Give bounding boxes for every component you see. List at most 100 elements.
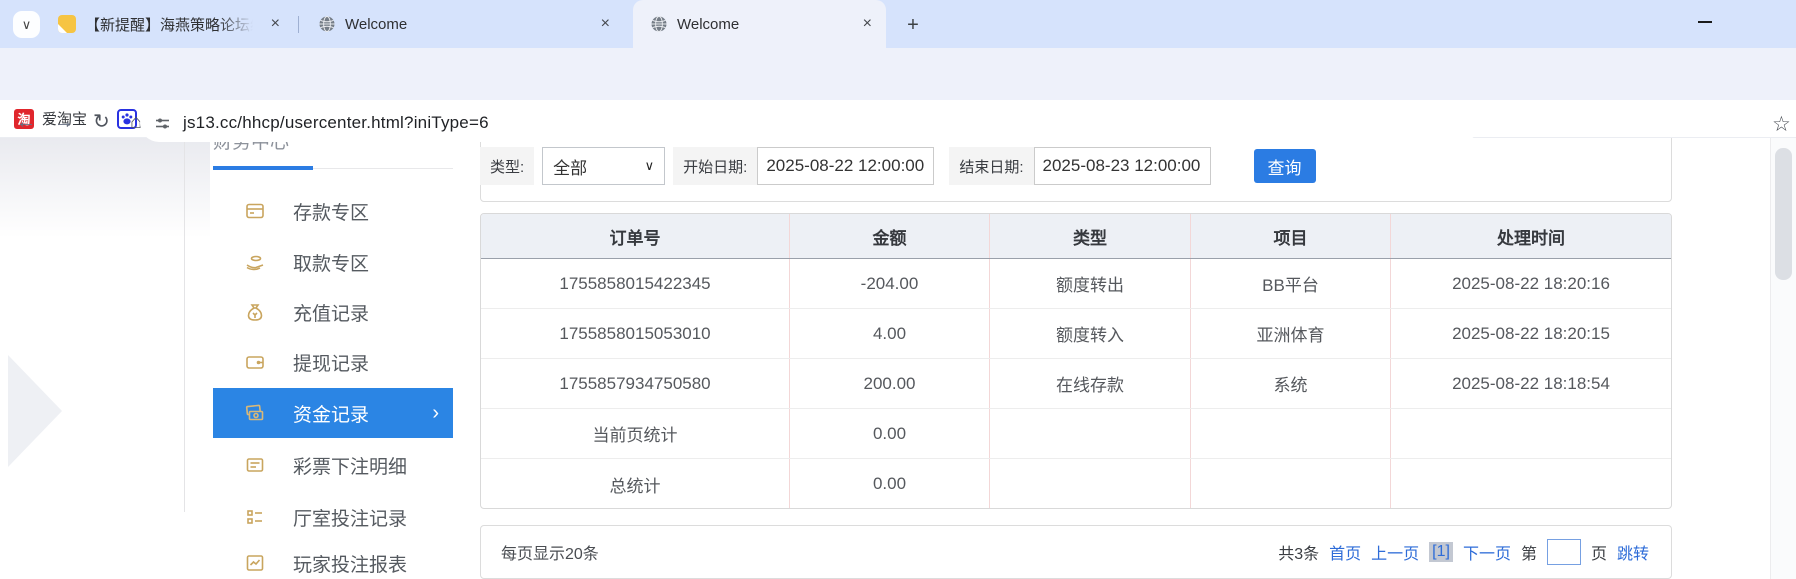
table-row-total-summary: 总统计 0.00 [481,459,1671,509]
first-page-link[interactable]: 首页 [1329,540,1361,564]
page-size-text: 每页显示20条 [501,540,599,564]
col-header-type: 类型 [990,214,1191,258]
tab-title: Welcome [677,16,739,33]
sidebar-item-label: 提现记录 [293,349,369,376]
sidebar-item-label: 厅室投注记录 [293,504,407,531]
tab-title: Welcome [345,16,575,33]
reload-icon[interactable]: ↻ [93,109,110,135]
table-row: 1755857934750580 200.00 在线存款 系统 2025-08-… [481,359,1671,409]
globe-icon [650,15,668,33]
type-select[interactable]: 全部 ∨ [542,147,665,185]
cell-type [990,409,1191,458]
end-date-input[interactable] [1034,147,1211,185]
bookmark-star-icon[interactable]: ☆ [1772,112,1791,137]
sidebar-item-label: 资金记录 [293,400,369,427]
cell-time [1391,459,1671,509]
jump-suffix-text: 页 [1591,540,1607,564]
prev-page-link[interactable]: 上一页 [1371,540,1419,564]
end-date-label: 结束日期: [949,147,1033,185]
cell-amount: 4.00 [790,309,990,358]
next-page-link[interactable]: 下一页 [1463,540,1511,564]
cell-amount: 200.00 [790,359,990,408]
funds-records-table: 订单号 金额 类型 项目 处理时间 1755858015422345 -204.… [480,213,1672,509]
cell-type: 额度转出 [990,259,1191,308]
table-row: 1755858015053010 4.00 额度转入 亚洲体育 2025-08-… [481,309,1671,359]
tab-separator [298,16,299,33]
pagination-controls: 共3条 首页 上一页 [1] 下一页 第 页 跳转 [1268,539,1649,565]
background-triangle-watermark [8,355,62,467]
chevron-down-icon: ∨ [645,158,655,174]
sidebar-item-withdrawal-records[interactable]: 提现记录 [213,337,453,387]
banknotes-icon [245,403,265,423]
sidebar-item-player-bet-report[interactable]: 玩家投注报表 [213,538,453,579]
globe-icon [318,15,336,33]
type-select-value: 全部 [553,154,587,179]
grid-list-icon [245,507,265,527]
cell-order-no: 1755858015422345 [481,259,790,308]
cell-type [990,459,1191,509]
page-left-gradient [0,138,210,238]
cell-time: 2025-08-22 18:20:16 [1391,259,1671,308]
sidebar-item-label: 充值记录 [293,299,369,326]
tab-welcome-active[interactable]: Welcome × [633,0,886,48]
forward-icon[interactable]: → [54,109,74,135]
table-row: 1755858015422345 -204.00 额度转出 BB平台 2025-… [481,259,1671,309]
sidebar-header-active-underline [213,166,313,170]
page-number-input[interactable] [1547,539,1581,565]
cell-project: BB平台 [1191,259,1391,308]
tab-strip: ∨ 【新提醒】海燕策略论坛综合交 × Welcome × Welcome × + [0,0,1796,48]
cell-order-no: 1755857934750580 [481,359,790,408]
window-minimize-button[interactable] [1698,21,1712,23]
jump-prefix-text: 第 [1521,540,1537,564]
browser-toolbar: ← → ↻ ⌂ js13.cc/hhcp/usercenter.html?ini… [0,48,1796,100]
pagination-bar: 每页显示20条 共3条 首页 上一页 [1] 下一页 第 页 跳转 [480,525,1672,579]
url-text[interactable]: js13.cc/hhcp/usercenter.html?iniType=6 [183,113,489,133]
close-tab-icon[interactable]: × [601,16,610,32]
cell-type: 在线存款 [990,359,1191,408]
cell-time: 2025-08-22 18:18:54 [1391,359,1671,408]
total-count-text: 共3条 [1278,540,1319,564]
cell-time: 2025-08-22 18:20:15 [1391,309,1671,358]
table-header-row: 订单号 金额 类型 项目 处理时间 [481,214,1671,259]
query-button[interactable]: 查询 [1254,149,1316,183]
jump-link[interactable]: 跳转 [1617,540,1649,564]
tab-forum[interactable]: 【新提醒】海燕策略论坛综合交 × [48,0,294,48]
sidebar-item-hall-bet-records[interactable]: 厅室投注记录 [213,492,453,542]
sidebar-item-funds-records[interactable]: 资金记录 › [213,388,453,438]
address-bar[interactable]: js13.cc/hhcp/usercenter.html?iniType=6 [140,104,1480,142]
sidebar-item-label: 取款专区 [293,249,369,276]
browser-window: 财务中心 存款专区 取款专区 充值记录 提现记录 资金记录 › 彩票下注明细 [0,0,1796,579]
sidebar-item-deposit-zone[interactable]: 存款专区 [213,186,453,236]
back-icon[interactable]: ← [16,109,36,135]
start-date-label: 开始日期: [673,147,757,185]
hand-coins-icon [245,252,265,272]
deposit-card-icon [245,201,265,221]
cell-project: 系统 [1191,359,1391,408]
tab-search-button[interactable]: ∨ [13,11,40,38]
cell-amount: 0.00 [790,459,990,509]
col-header-project: 项目 [1191,214,1391,258]
tab-welcome-1[interactable]: Welcome × [306,0,624,48]
col-header-amount: 金额 [790,214,990,258]
wallet-icon [245,352,265,372]
cell-type: 额度转入 [990,309,1191,358]
scrollbar-thumb[interactable] [1775,148,1792,280]
cell-amount: -204.00 [790,259,990,308]
col-header-time: 处理时间 [1391,214,1671,258]
cell-project [1191,409,1391,458]
sidebar-item-label: 存款专区 [293,198,369,225]
cell-project [1191,459,1391,509]
sidebar-selected-arrow-icon: › [432,402,439,425]
new-tab-button[interactable]: + [900,12,926,38]
web-page: 财务中心 存款专区 取款专区 充值记录 提现记录 资金记录 › 彩票下注明细 [0,100,1796,579]
cell-summary-label: 当前页统计 [481,409,790,458]
sidebar-item-lottery-bet-detail[interactable]: 彩票下注明细 [213,440,453,490]
sidebar-item-withdraw-zone[interactable]: 取款专区 [213,237,453,287]
page-scrollbar[interactable] [1770,138,1796,579]
site-settings-icon[interactable] [154,115,171,132]
close-tab-icon[interactable]: × [863,16,872,32]
list-detail-icon [245,455,265,475]
close-tab-icon[interactable]: × [271,16,280,32]
sidebar-item-recharge-records[interactable]: 充值记录 [213,287,453,337]
start-date-input[interactable] [757,147,934,185]
